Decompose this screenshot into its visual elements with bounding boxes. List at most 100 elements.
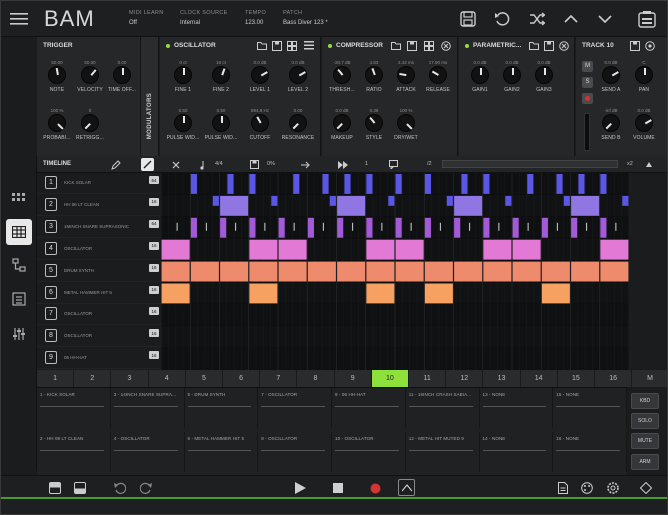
note-block[interactable]: [366, 283, 395, 304]
note-tick[interactable]: [322, 222, 324, 231]
note-tick[interactable]: [410, 222, 412, 231]
pad-slot[interactable]: 3 - 14INCH SNARE SUPRA...: [111, 388, 185, 428]
stop-icon[interactable]: [330, 480, 346, 496]
timeline-track-row[interactable]: 8 OSCILLATOR 16: [37, 326, 161, 348]
note-block[interactable]: [395, 239, 424, 260]
note-tick[interactable]: [527, 222, 529, 231]
note-block[interactable]: [454, 217, 461, 238]
comment-icon[interactable]: [387, 158, 400, 171]
style-knob[interactable]: 0.36 STYLE: [357, 108, 391, 150]
note-block[interactable]: [249, 239, 278, 260]
makeup-knob[interactable]: 0.0 dB MAKEUP: [325, 108, 359, 150]
note-block[interactable]: [424, 261, 453, 282]
track-number-box[interactable]: 8: [45, 329, 57, 343]
note-block[interactable]: [190, 217, 197, 238]
oscillator-power-led[interactable]: [166, 44, 170, 48]
note-block[interactable]: [483, 217, 490, 238]
record-arm-button[interactable]: [582, 93, 593, 104]
track-number-box[interactable]: 1: [45, 176, 57, 189]
note-block[interactable]: [220, 217, 227, 238]
track-number-box[interactable]: 6: [45, 285, 57, 299]
note-block[interactable]: [161, 261, 190, 282]
pad-slot[interactable]: 9 - 06 HH-HAT: [332, 388, 406, 428]
track-number-box[interactable]: 5: [45, 263, 57, 277]
solo-mode-button[interactable]: SOLO: [631, 413, 659, 429]
timeline-track-row[interactable]: 3 1MINCH SNARE SUPRASONIC 64: [37, 217, 161, 238]
note-block[interactable]: [600, 261, 629, 282]
record-icon[interactable]: [367, 480, 383, 496]
note-block[interactable]: [337, 195, 366, 216]
layout-top-icon[interactable]: [47, 480, 63, 496]
track-length-badge[interactable]: 16: [149, 329, 159, 338]
track-length-badge[interactable]: 16: [149, 307, 159, 316]
timeline-track-row[interactable]: 5 DRUM SYNTH 16: [37, 261, 161, 282]
note-block[interactable]: [249, 217, 256, 238]
pad-slot[interactable]: 14 - NONE: [480, 432, 554, 472]
note-tick[interactable]: [381, 222, 383, 231]
step-m-button[interactable]: M: [632, 370, 667, 387]
note-block[interactable]: [366, 261, 395, 282]
pad-slot[interactable]: 16 - NONE: [553, 432, 627, 472]
retrigger-knob[interactable]: 0 RETRIGG...: [73, 108, 107, 150]
arm-mode-button[interactable]: ARM: [631, 454, 659, 470]
track-length-badge[interactable]: 16: [149, 351, 159, 360]
pan-knob[interactable]: C PAN: [627, 60, 661, 102]
fine2-knob[interactable]: 16 ct FINE 2: [204, 60, 238, 102]
shuffle-icon[interactable]: [528, 10, 546, 28]
note-block[interactable]: [329, 195, 336, 206]
timeline-track-row[interactable]: 7 OSCILLATOR 16: [37, 304, 161, 326]
fine1-knob[interactable]: 0 ct FINE 1: [166, 60, 200, 102]
timeline-track-row[interactable]: 9 06 HH-HAT 16: [37, 348, 161, 370]
mixer-window-icon[interactable]: [637, 9, 657, 29]
note-block[interactable]: [483, 239, 512, 260]
note-block[interactable]: [227, 174, 234, 194]
note-tick[interactable]: [498, 222, 500, 231]
link-icon[interactable]: [638, 480, 654, 496]
note-block[interactable]: [454, 261, 483, 282]
pulse-width2-knob[interactable]: 0.50 PULSE WID...: [204, 108, 238, 150]
note-block[interactable]: [571, 217, 578, 238]
note-block[interactable]: [527, 174, 534, 194]
track-number-box[interactable]: 9: [45, 351, 57, 365]
note-block[interactable]: [578, 174, 585, 194]
note-block[interactable]: [571, 195, 600, 216]
step-number-7[interactable]: 7: [260, 370, 298, 387]
pads-grid-icon[interactable]: [9, 189, 29, 209]
note-block[interactable]: [337, 261, 366, 282]
triangle-up-icon[interactable]: [644, 159, 654, 169]
note-block[interactable]: [307, 217, 314, 238]
step-number-5[interactable]: 5: [185, 370, 223, 387]
note-block[interactable]: [600, 239, 629, 260]
save-preset-icon[interactable]: [271, 40, 283, 51]
time-offset-knob[interactable]: 0.00 TIME OFF...: [105, 60, 139, 102]
send-a-knob[interactable]: 0.0 dB SEND A: [594, 60, 628, 102]
compressor-power-led[interactable]: [328, 44, 332, 48]
track-number-box[interactable]: 4: [45, 241, 57, 255]
note-block[interactable]: [249, 283, 278, 304]
chevron-up-icon[interactable]: [562, 10, 580, 28]
note-block[interactable]: [278, 239, 307, 260]
pad-slot[interactable]: 12 - METAL HIT MUTED 9: [406, 432, 480, 472]
note-block[interactable]: [505, 195, 512, 206]
kbd-button[interactable]: KBD: [631, 393, 659, 409]
step-number-6[interactable]: 6: [223, 370, 261, 387]
note-block[interactable]: [556, 174, 563, 194]
pad-slot[interactable]: 6 - METAL HAMMER HIT 5: [185, 432, 259, 472]
fast-forward-icon[interactable]: [336, 158, 349, 171]
threshold-knob[interactable]: -20.7 dB THRESH...: [325, 60, 359, 102]
velocity-knob[interactable]: 50.00 VELOCITY: [73, 60, 107, 102]
metronome-icon[interactable]: [197, 158, 210, 171]
settings-icon[interactable]: [644, 40, 656, 51]
note-knob[interactable]: 50.00 NOTE: [40, 60, 74, 102]
note-tick[interactable]: [235, 222, 237, 231]
note-block[interactable]: [541, 217, 548, 238]
gain2-knob[interactable]: 0.0 dB GAIN2: [495, 60, 529, 102]
note-block[interactable]: [161, 239, 190, 260]
note-tick[interactable]: [615, 222, 617, 231]
undo-icon[interactable]: [493, 10, 511, 28]
tempo-value[interactable]: 123.00: [245, 20, 263, 26]
note-tick[interactable]: [469, 222, 471, 231]
timeline-track-row[interactable]: 2 HH 06 LT CLEAN 16: [37, 195, 161, 216]
step-number-3[interactable]: 3: [111, 370, 149, 387]
file-icon[interactable]: [555, 480, 571, 496]
